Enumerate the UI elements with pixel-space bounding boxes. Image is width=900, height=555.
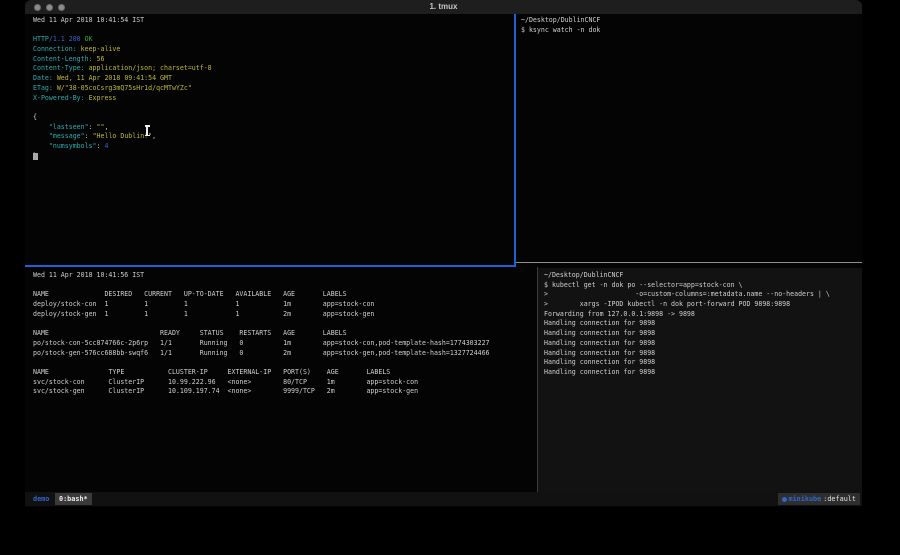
- terminal-line: Handling connection for 9898: [544, 319, 862, 329]
- terminal-line: > xargs -IPOD kubectl -n dok port-forwar…: [544, 300, 862, 310]
- terminal-line: Content-Type: application/json; charset=…: [33, 64, 514, 74]
- tmux-status-bar: demo 0:bash* minikube:default: [25, 492, 862, 506]
- terminal-line: $ kubectl get -n dok po --selector=app=s…: [544, 281, 862, 291]
- traffic-lights: [34, 4, 65, 11]
- kubernetes-helm-icon: [782, 497, 787, 502]
- kube-namespace: :default: [823, 493, 856, 505]
- mouse-cursor-ibeam: [146, 126, 148, 135]
- terminal-line: NAME TYPE CLUSTER-IP EXTERNAL-IP PORT(S)…: [33, 368, 536, 378]
- terminal-line: X-Powered-By: Express: [33, 94, 514, 104]
- terminal-line: "numsymbols": 4: [33, 142, 514, 152]
- session-name: demo: [33, 492, 49, 506]
- terminal-line: "lastseen": "",: [33, 123, 514, 133]
- terminal-line: po/stock-con-5cc874766c-2p6rp 1/1 Runnin…: [33, 339, 536, 349]
- terminal-line: ~/Desktop/DublinCNCF: [544, 271, 862, 281]
- terminal-window: 1. tmux Wed 11 Apr 2018 10:41:54 IST HTT…: [25, 0, 862, 507]
- terminal-line: [33, 103, 514, 113]
- terminal-line: NAME READY STATUS RESTARTS AGE LABELS: [33, 329, 536, 339]
- terminal-line: [33, 281, 536, 291]
- window-title: 1. tmux: [25, 0, 862, 14]
- terminal-line: Handling connection for 9898: [544, 368, 862, 378]
- kube-context-name: minikube: [789, 493, 822, 505]
- window-tab-bash[interactable]: 0:bash*: [55, 493, 92, 505]
- terminal-line: {: [33, 113, 514, 123]
- terminal-line: deploy/stock-con 1 1 1 1 1m app=stock-co…: [33, 300, 536, 310]
- terminal-line: Wed 11 Apr 2018 10:41:54 IST: [33, 16, 514, 26]
- terminal-line: svc/stock-gen ClusterIP 10.109.197.74 <n…: [33, 387, 536, 397]
- terminal-line: ETag: W/"38-05coCsrg3mQ75sHr1d/qcMTwYZc": [33, 84, 514, 94]
- pane-ksync-watch[interactable]: ~/Desktop/DublinCNCF$ ksync watch -n dok: [517, 14, 862, 261]
- terminal-line: Handling connection for 9898: [544, 349, 862, 359]
- terminal-line: HTTP/1.1 200 OK: [33, 35, 514, 45]
- terminal-line: Connection: keep-alive: [33, 45, 514, 55]
- terminal-line: deploy/stock-gen 1 1 1 1 2m app=stock-ge…: [33, 310, 536, 320]
- close-button[interactable]: [34, 4, 41, 11]
- terminal-line: }: [33, 152, 514, 162]
- pane-divider-active-vertical[interactable]: [514, 14, 516, 267]
- terminal-cursor: [33, 153, 38, 160]
- terminal-line: $ ksync watch -n dok: [521, 26, 862, 36]
- terminal-line: Handling connection for 9898: [544, 358, 862, 368]
- terminal-line: [33, 26, 514, 36]
- terminal-line: "message": "Hello Dublin!",: [33, 132, 514, 142]
- terminal-line: Forwarding from 127.0.0.1:9898 -> 9898: [544, 310, 862, 320]
- terminal-line: Wed 11 Apr 2018 10:41:56 IST: [33, 271, 536, 281]
- pane-http-response[interactable]: Wed 11 Apr 2018 10:41:54 IST HTTP/1.1 20…: [25, 14, 514, 262]
- pane-port-forward[interactable]: ~/Desktop/DublinCNCF$ kubectl get -n dok…: [538, 268, 862, 492]
- pane-kubectl-get[interactable]: Wed 11 Apr 2018 10:41:56 IST NAME DESIRE…: [25, 269, 536, 491]
- terminal-line: svc/stock-con ClusterIP 10.99.222.96 <no…: [33, 378, 536, 388]
- terminal-line: > -o=custom-columns=:metadata.name --no-…: [544, 290, 862, 300]
- terminal-line: Date: Wed, 11 Apr 2018 09:41:54 GMT: [33, 74, 514, 84]
- pane-divider-vertical[interactable]: [537, 267, 538, 492]
- terminal-line: NAME DESIRED CURRENT UP-TO-DATE AVAILABL…: [33, 290, 536, 300]
- minimize-button[interactable]: [46, 4, 53, 11]
- terminal-line: po/stock-gen-576cc688bb-swqf6 1/1 Runnin…: [33, 349, 536, 359]
- window-titlebar: 1. tmux: [25, 0, 862, 14]
- terminal-line: [33, 319, 536, 329]
- zoom-button[interactable]: [58, 4, 65, 11]
- pane-divider-horizontal[interactable]: [516, 262, 862, 263]
- terminal-line: ~/Desktop/DublinCNCF: [521, 16, 862, 26]
- terminal-line: Handling connection for 9898: [544, 339, 862, 349]
- terminal-line: [33, 358, 536, 368]
- pane-divider-active-horizontal[interactable]: [25, 265, 516, 267]
- terminal-line: Content-Length: 56: [33, 55, 514, 65]
- terminal-line: Handling connection for 9898: [544, 329, 862, 339]
- kube-context-indicator: minikube:default: [778, 493, 861, 505]
